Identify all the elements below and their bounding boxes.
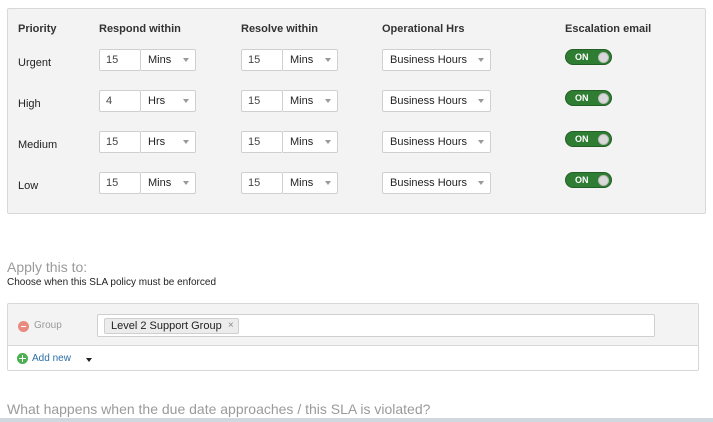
respond-value-input[interactable]: 15 [99,131,141,153]
resolve-unit-value: Mins [290,177,314,189]
chevron-down-icon [325,99,331,103]
resolve-unit-value: Mins [290,54,314,66]
row-priority-high: High [18,98,41,110]
chevron-down-icon [478,181,484,185]
footer-divider [0,418,713,422]
chevron-down-icon [183,181,189,185]
remove-circle-icon[interactable] [18,321,29,332]
chevron-down-icon [183,99,189,103]
toggle-knob-icon [598,93,609,104]
escalation-toggle[interactable]: ON [565,90,612,106]
respond-unit-select[interactable]: Hrs [141,90,196,112]
toggle-state-label: ON [575,134,589,144]
group-tag-label: Level 2 Support Group [111,320,222,332]
resolve-value-input[interactable]: 15 [241,172,283,194]
resolve-unit-select[interactable]: Mins [283,49,338,71]
resolve-unit-value: Mins [290,136,314,148]
operational-hours-value: Business Hours [390,54,468,66]
respond-value-input[interactable]: 15 [99,49,141,71]
chevron-down-icon [478,99,484,103]
apply-section-title: Apply this to: [7,259,88,275]
respond-value-input[interactable]: 4 [99,90,141,112]
toggle-state-label: ON [575,52,589,62]
header-priority: Priority [18,23,57,35]
escalation-toggle[interactable]: ON [565,49,612,65]
chevron-down-icon [86,358,92,362]
resolve-unit-select[interactable]: Mins [283,90,338,112]
chevron-down-icon [183,58,189,62]
chevron-down-icon [478,140,484,144]
header-operational-hrs: Operational Hrs [382,23,465,35]
respond-unit-value: Mins [148,177,172,189]
resolve-value-input[interactable]: 15 [241,90,283,112]
operational-hours-select[interactable]: Business Hours [382,131,491,153]
close-icon[interactable]: × [228,320,234,331]
operational-hours-value: Business Hours [390,136,468,148]
operational-hours-value: Business Hours [390,177,468,189]
chevron-down-icon [325,181,331,185]
conditions-box: Group Level 2 Support Group × Add new [7,303,699,371]
respond-unit-value: Hrs [148,95,166,107]
apply-section-subtitle: Choose when this SLA policy must be enfo… [7,277,217,288]
resolve-unit-select[interactable]: Mins [283,172,338,194]
group-tag-input[interactable]: Level 2 Support Group × [97,314,655,337]
respond-value-input[interactable]: 15 [99,172,141,194]
toggle-state-label: ON [575,93,589,103]
resolve-value-input[interactable]: 15 [241,49,283,71]
header-respond-within: Respond within [99,23,181,35]
violation-section-title: What happens when the due date approache… [7,401,431,417]
escalation-toggle[interactable]: ON [565,131,612,147]
toggle-state-label: ON [575,175,589,185]
toggle-knob-icon [598,175,609,186]
resolve-value-input[interactable]: 15 [241,131,283,153]
toggle-knob-icon [598,134,609,145]
respond-unit-select[interactable]: Mins [141,49,196,71]
resolve-unit-select[interactable]: Mins [283,131,338,153]
condition-row: Group Level 2 Support Group × [8,304,698,346]
respond-unit-value: Mins [148,54,172,66]
group-tag: Level 2 Support Group × [104,318,239,334]
operational-hours-value: Business Hours [390,95,468,107]
sla-targets-panel: Priority Respond within Resolve within O… [7,8,706,214]
sla-policy-page: Priority Respond within Resolve within O… [0,0,713,422]
operational-hours-select[interactable]: Business Hours [382,172,491,194]
condition-field-label: Group [34,320,62,331]
operational-hours-select[interactable]: Business Hours [382,49,491,71]
chevron-down-icon [478,58,484,62]
chevron-down-icon [183,140,189,144]
add-new-label: Add new [32,353,71,364]
row-priority-urgent: Urgent [18,57,52,69]
row-priority-medium: Medium [18,139,58,151]
chevron-down-icon [325,58,331,62]
header-escalation-email: Escalation email [565,23,652,35]
respond-unit-select[interactable]: Mins [141,172,196,194]
resolve-unit-value: Mins [290,95,314,107]
escalation-toggle[interactable]: ON [565,172,612,188]
respond-unit-value: Hrs [148,136,166,148]
header-resolve-within: Resolve within [241,23,319,35]
toggle-knob-icon [598,52,609,63]
row-priority-low: Low [18,180,39,192]
operational-hours-select[interactable]: Business Hours [382,90,491,112]
add-circle-icon [17,353,28,364]
chevron-down-icon [325,140,331,144]
respond-unit-select[interactable]: Hrs [141,131,196,153]
